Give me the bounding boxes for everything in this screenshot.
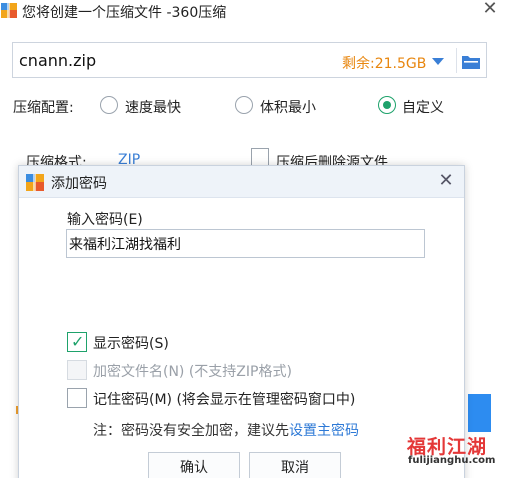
space-left-text: 剩余:21.5GB bbox=[342, 56, 427, 72]
app-logo-icon bbox=[26, 174, 44, 191]
security-note: 注：密码没有安全加密，建议先设置主密码 bbox=[93, 420, 359, 440]
window-title: 您将创建一个压缩文件 -360压缩 bbox=[22, 5, 227, 21]
radio-custom-label[interactable]: 自定义 bbox=[402, 97, 444, 117]
set-master-password-link[interactable]: 设置主密码 bbox=[289, 423, 359, 439]
encrypt-filenames-checkbox bbox=[67, 360, 87, 380]
output-path-field[interactable]: cnann.zip 剩余:21.5GB bbox=[12, 42, 487, 78]
delete-source-checkbox[interactable] bbox=[251, 148, 269, 166]
folder-icon[interactable] bbox=[461, 54, 481, 70]
password-input[interactable] bbox=[66, 229, 425, 258]
radio-size-label[interactable]: 体积最小 bbox=[260, 97, 316, 117]
confirm-button[interactable]: 确认 bbox=[148, 452, 240, 478]
note-text: 注：密码没有安全加密，建议先 bbox=[93, 423, 289, 439]
start-compress-button[interactable] bbox=[468, 394, 491, 432]
encrypt-filenames-label: 加密文件名(N) (不支持ZIP格式) bbox=[93, 364, 292, 380]
chevron-down-icon[interactable] bbox=[432, 58, 444, 65]
watermark-logo: 福利江湖 fulijianghu.com bbox=[407, 432, 503, 468]
remember-password-checkbox[interactable] bbox=[67, 388, 87, 408]
show-password-checkbox[interactable]: ✓ bbox=[67, 332, 87, 352]
add-password-dialog: 添加密码 ✕ 输入密码(E) ✓ 显示密码(S) 加密文件名(N) (不支持ZI… bbox=[18, 165, 465, 478]
password-label: 输入密码(E) bbox=[67, 212, 143, 228]
filename-text[interactable]: cnann.zip bbox=[19, 51, 96, 70]
app-logo-icon bbox=[1, 3, 17, 18]
radio-speed-label[interactable]: 速度最快 bbox=[125, 97, 181, 117]
radio-speed[interactable] bbox=[100, 96, 118, 114]
close-icon[interactable]: ✕ bbox=[435, 170, 457, 192]
show-password-label[interactable]: 显示密码(S) bbox=[93, 333, 169, 353]
config-label: 压缩配置: bbox=[13, 100, 74, 116]
divider bbox=[456, 48, 457, 73]
checkmark-icon: ✓ bbox=[71, 332, 85, 351]
main-titlebar: 您将创建一个压缩文件 -360压缩 ✕ bbox=[0, 0, 507, 26]
radio-size[interactable] bbox=[235, 96, 253, 114]
remember-password-label[interactable]: 记住密码(M) (将会显示在管理密码窗口中) bbox=[93, 389, 355, 409]
watermark-url: fulijianghu.com bbox=[408, 455, 496, 466]
close-icon[interactable]: ✕ bbox=[478, 0, 502, 22]
cancel-button[interactable]: 取消 bbox=[249, 452, 341, 478]
radio-custom[interactable] bbox=[378, 96, 396, 114]
dialog-title: 添加密码 bbox=[51, 176, 107, 192]
dialog-titlebar: 添加密码 ✕ bbox=[19, 166, 464, 198]
